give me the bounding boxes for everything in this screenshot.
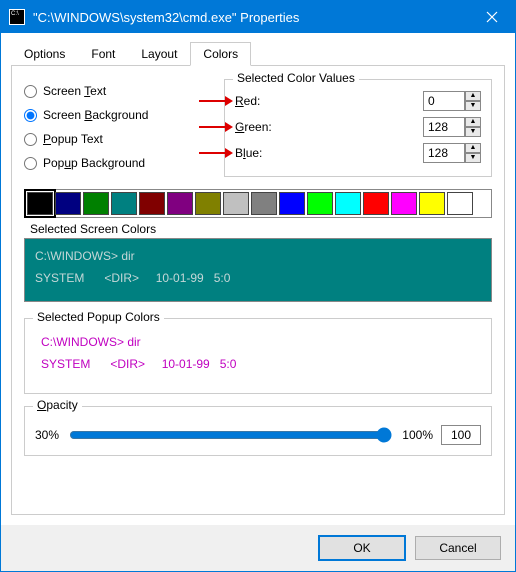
palette-swatch-12[interactable] — [363, 192, 389, 215]
screen-preview-caption: Selected Screen Colors — [30, 222, 492, 236]
tab-colors[interactable]: Colors — [190, 42, 251, 66]
opacity-max: 100% — [402, 428, 433, 442]
opacity-value: 100 — [441, 425, 481, 445]
palette-swatch-6[interactable] — [195, 192, 221, 215]
ok-button[interactable]: OK — [319, 536, 405, 560]
window-body: Options Font Layout Colors Screen Text S… — [1, 33, 515, 525]
red-input[interactable] — [423, 91, 465, 111]
blue-input[interactable] — [423, 143, 465, 163]
red-down[interactable]: ▼ — [465, 101, 481, 111]
annotation-arrow-red — [199, 95, 233, 107]
scv-legend: Selected Color Values — [233, 71, 359, 85]
palette-swatch-4[interactable] — [139, 192, 165, 215]
palette-swatch-8[interactable] — [251, 192, 277, 215]
dialog-footer: OK Cancel — [1, 525, 515, 571]
green-down[interactable]: ▼ — [465, 127, 481, 137]
titlebar: "C:\WINDOWS\system32\cmd.exe" Properties — [1, 1, 515, 33]
palette-swatch-10[interactable] — [307, 192, 333, 215]
palette-swatch-14[interactable] — [419, 192, 445, 215]
palette-swatch-0[interactable] — [27, 192, 53, 215]
annotation-arrow-green — [199, 121, 233, 133]
popup-preview-box: C:\WINDOWS> dirSYSTEM <DIR> 10-01-99 5:0 — [35, 327, 481, 383]
opacity-slider[interactable] — [69, 427, 392, 443]
tab-font[interactable]: Font — [78, 42, 128, 65]
radio-screen-background[interactable]: Screen Background — [24, 103, 214, 127]
red-label: Red: — [235, 94, 291, 108]
blue-label: Blue: — [235, 146, 291, 160]
blue-up[interactable]: ▲ — [465, 143, 481, 153]
palette-swatch-2[interactable] — [83, 192, 109, 215]
popup-preview-caption: Selected Popup Colors — [33, 310, 164, 324]
palette-swatch-5[interactable] — [167, 192, 193, 215]
close-icon — [486, 11, 498, 23]
palette-swatch-7[interactable] — [223, 192, 249, 215]
popup-preview: Selected Popup Colors C:\WINDOWS> dirSYS… — [24, 318, 492, 394]
radio-popup-background[interactable]: Popup Background — [24, 151, 214, 175]
green-input[interactable] — [423, 117, 465, 137]
properties-window: "C:\WINDOWS\system32\cmd.exe" Properties… — [0, 0, 516, 572]
palette-swatch-9[interactable] — [279, 192, 305, 215]
palette-swatch-13[interactable] — [391, 192, 417, 215]
blue-down[interactable]: ▼ — [465, 153, 481, 163]
green-up[interactable]: ▲ — [465, 117, 481, 127]
palette-swatch-3[interactable] — [111, 192, 137, 215]
screen-preview-box: C:\WINDOWS> dirSYSTEM <DIR> 10-01-99 5:0 — [24, 238, 492, 302]
window-title: "C:\WINDOWS\system32\cmd.exe" Properties — [33, 10, 469, 25]
tab-content: Screen Text Screen Background Popup Text… — [11, 65, 505, 515]
color-palette — [24, 189, 492, 218]
selected-color-values: Selected Color Values Red: ▲▼ Green: — [224, 79, 492, 177]
opacity-group: Opacity 30% 100% 100 — [24, 406, 492, 456]
opacity-min: 30% — [35, 428, 59, 442]
tab-layout[interactable]: Layout — [128, 42, 190, 65]
palette-swatch-15[interactable] — [447, 192, 473, 215]
screen-preview: Selected Screen Colors C:\WINDOWS> dirSY… — [24, 222, 492, 302]
color-target-radios: Screen Text Screen Background Popup Text… — [24, 79, 214, 177]
red-up[interactable]: ▲ — [465, 91, 481, 101]
app-icon — [9, 9, 25, 25]
radio-popup-text[interactable]: Popup Text — [24, 127, 214, 151]
palette-swatch-1[interactable] — [55, 192, 81, 215]
close-button[interactable] — [469, 1, 515, 33]
tab-options[interactable]: Options — [11, 42, 78, 65]
radio-screen-text[interactable]: Screen Text — [24, 79, 214, 103]
tab-strip: Options Font Layout Colors — [11, 42, 505, 66]
annotation-arrow-blue — [199, 147, 233, 159]
palette-swatch-11[interactable] — [335, 192, 361, 215]
cancel-button[interactable]: Cancel — [415, 536, 501, 560]
green-label: Green: — [235, 120, 291, 134]
